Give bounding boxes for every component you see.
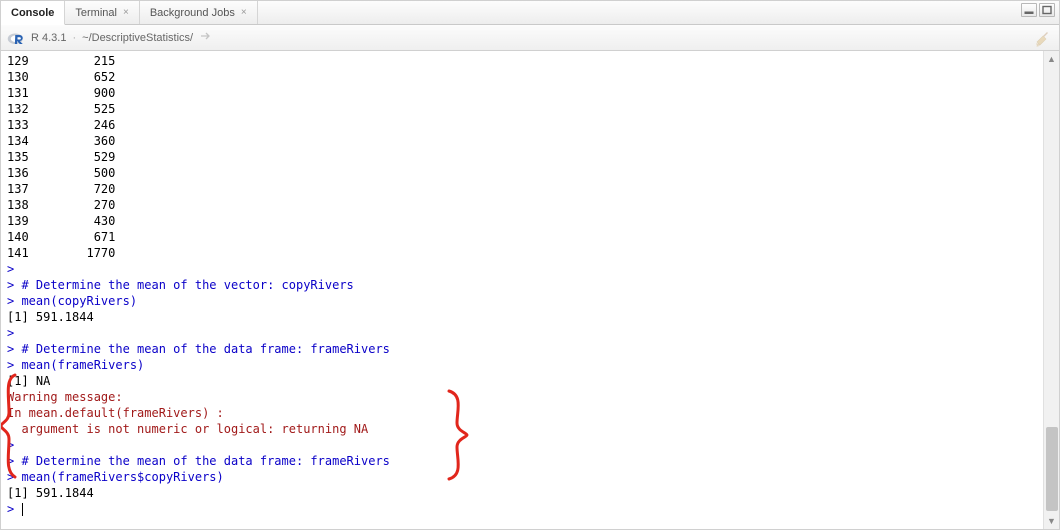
console-line: > # Determine the mean of the vector: co…	[7, 277, 1037, 293]
scroll-up-icon[interactable]: ▲	[1044, 51, 1059, 67]
console-line: >	[7, 325, 1037, 341]
console-line: 141 1770	[7, 245, 1037, 261]
console-line: Warning message:	[7, 389, 1037, 405]
console-line: 129 215	[7, 53, 1037, 69]
close-icon[interactable]: ×	[123, 8, 129, 18]
working-directory-label: ~/DescriptiveStatistics/	[82, 32, 193, 44]
console-line: 132 525	[7, 101, 1037, 117]
tab-bgjobs-label: Background Jobs	[150, 7, 235, 19]
panel-window-controls	[1021, 3, 1055, 17]
console-line: [1] NA	[7, 373, 1037, 389]
vertical-scrollbar[interactable]: ▲ ▼	[1043, 51, 1059, 529]
tab-terminal-label: Terminal	[75, 7, 117, 19]
maximize-button[interactable]	[1039, 3, 1055, 17]
console-line: 140 671	[7, 229, 1037, 245]
console-line: 131 900	[7, 85, 1037, 101]
console-line: >	[7, 261, 1037, 277]
console-line: argument is not numeric or logical: retu…	[7, 421, 1037, 437]
separator-dot: ·	[72, 32, 76, 44]
console-area: 129 215130 652131 900132 525133 246134 3…	[1, 51, 1059, 529]
tab-console[interactable]: Console	[1, 1, 65, 25]
scrollbar-thumb[interactable]	[1046, 427, 1058, 511]
r-logo-icon	[7, 29, 25, 47]
console-line: > mean(frameRivers$copyRivers)	[7, 469, 1037, 485]
console-line: > # Determine the mean of the data frame…	[7, 453, 1037, 469]
console-line: 130 652	[7, 69, 1037, 85]
console-line: > mean(copyRivers)	[7, 293, 1037, 309]
console-line: 139 430	[7, 213, 1037, 229]
console-line: 135 529	[7, 149, 1037, 165]
console-line: 138 270	[7, 197, 1037, 213]
close-icon[interactable]: ×	[241, 8, 247, 18]
console-prompt[interactable]: >	[7, 501, 1037, 517]
ide-panel: Console Terminal × Background Jobs ×	[0, 0, 1060, 530]
console-line: [1] 591.1844	[7, 485, 1037, 501]
tab-bar: Console Terminal × Background Jobs ×	[1, 1, 1059, 25]
go-to-directory-icon[interactable]	[199, 30, 213, 45]
text-cursor	[22, 503, 23, 516]
console-line: 133 246	[7, 117, 1037, 133]
r-version-label: R 4.3.1	[31, 32, 66, 44]
tab-console-label: Console	[11, 7, 54, 19]
console-line: >	[7, 437, 1037, 453]
scroll-down-icon[interactable]: ▼	[1044, 513, 1059, 529]
console-line: > # Determine the mean of the data frame…	[7, 341, 1037, 357]
console-line: 134 360	[7, 133, 1037, 149]
tab-terminal[interactable]: Terminal ×	[65, 1, 139, 24]
console-line: [1] 591.1844	[7, 309, 1037, 325]
clear-console-icon[interactable]	[1033, 29, 1051, 50]
minimize-button[interactable]	[1021, 3, 1037, 17]
tab-background-jobs[interactable]: Background Jobs ×	[140, 1, 258, 24]
console-line: 136 500	[7, 165, 1037, 181]
console-line: > mean(frameRivers)	[7, 357, 1037, 373]
console-toolbar: R 4.3.1 · ~/DescriptiveStatistics/	[1, 25, 1059, 51]
console-line: In mean.default(frameRivers) :	[7, 405, 1037, 421]
console-output[interactable]: 129 215130 652131 900132 525133 246134 3…	[1, 51, 1043, 529]
console-line: 137 720	[7, 181, 1037, 197]
